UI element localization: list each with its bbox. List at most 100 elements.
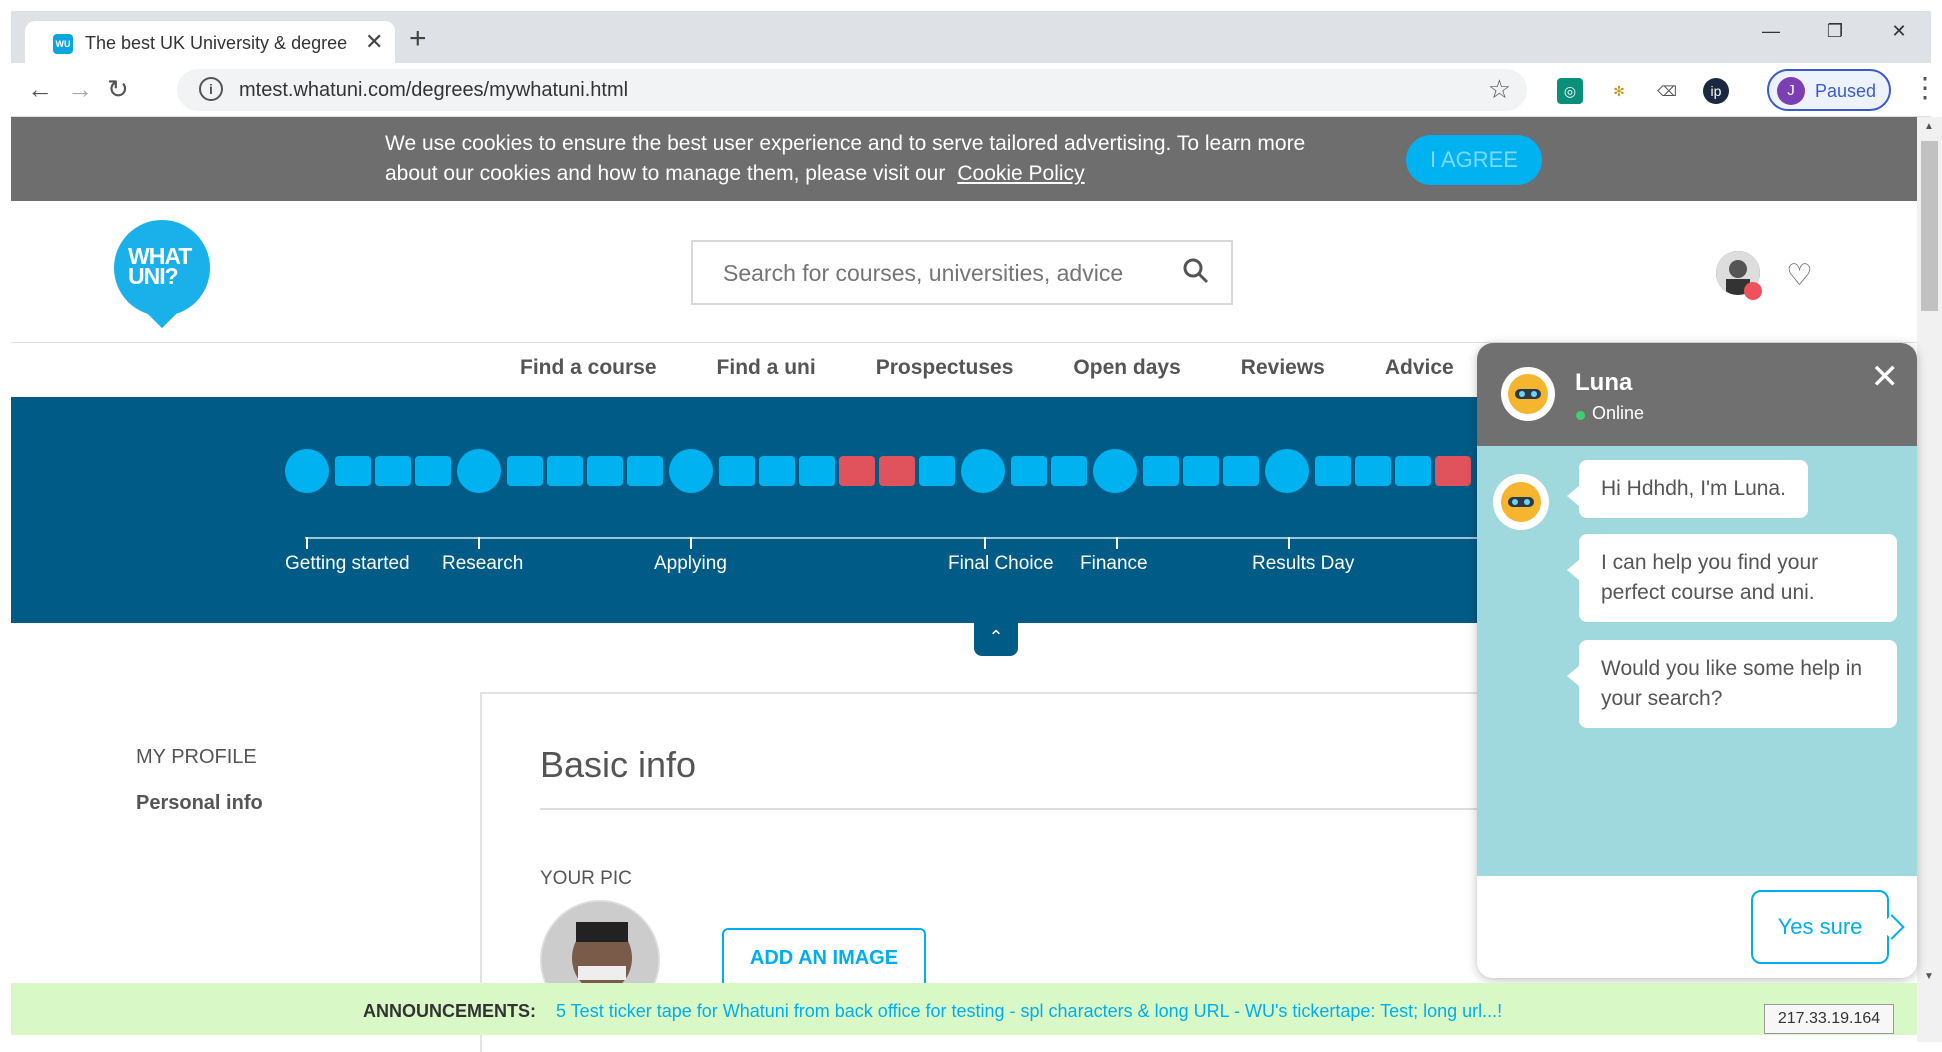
- notification-dot: [1744, 282, 1762, 300]
- forward-arrow-icon[interactable]: →: [67, 74, 93, 105]
- basic-info-divider: [540, 808, 1500, 810]
- chat-message: Hi Hdhdh, I'm Luna.: [1567, 460, 1808, 518]
- scroll-up-icon[interactable]: ▲: [1924, 121, 1934, 132]
- main-nav: Find a course Find a uni Prospectuses Op…: [520, 356, 1514, 380]
- chat-header: Luna Online ✕: [1477, 343, 1917, 446]
- url-text[interactable]: mtest.whatuni.com/degrees/mywhatuni.html: [239, 79, 628, 102]
- cookie-message: We use cookies to ensure the best user e…: [385, 129, 1345, 189]
- journey-step[interactable]: [627, 456, 663, 486]
- browser-menu-icon[interactable]: ⋮: [1911, 71, 1939, 104]
- journey-step[interactable]: [547, 456, 583, 486]
- scroll-thumb[interactable]: [1921, 141, 1938, 311]
- chat-message: I can help you find your perfect course …: [1567, 534, 1897, 622]
- nav-open-days[interactable]: Open days: [1073, 356, 1180, 380]
- cookie-policy-link[interactable]: Cookie Policy: [957, 162, 1084, 185]
- journey-step[interactable]: [507, 456, 543, 486]
- journey-milestone[interactable]: [457, 449, 501, 493]
- announcement-link[interactable]: 5 Test ticker tape for Whatuni from back…: [556, 1001, 1502, 1022]
- journey-step[interactable]: [919, 456, 955, 486]
- collapse-chevron-icon[interactable]: ⌃: [974, 622, 1018, 656]
- heart-icon[interactable]: ♡: [1786, 258, 1813, 293]
- nav-reviews[interactable]: Reviews: [1241, 356, 1325, 380]
- profile-status: Paused: [1815, 81, 1877, 101]
- journey-step-incomplete[interactable]: [839, 456, 875, 486]
- journey-step[interactable]: [1223, 456, 1259, 486]
- journey-step[interactable]: [335, 456, 371, 486]
- stage-research[interactable]: Research: [442, 553, 523, 575]
- journey-step[interactable]: [1355, 456, 1391, 486]
- robot-icon: [1508, 374, 1548, 414]
- agree-button[interactable]: I AGREE: [1406, 135, 1542, 185]
- search-box[interactable]: [691, 240, 1233, 305]
- stage-finance[interactable]: Finance: [1080, 553, 1148, 575]
- journey-step-incomplete[interactable]: [1435, 456, 1471, 486]
- journey-step[interactable]: [587, 456, 623, 486]
- restore-icon[interactable]: ❐: [1803, 11, 1867, 51]
- bookmark-star-icon[interactable]: ☆: [1488, 74, 1511, 105]
- journey-timeline: [305, 537, 1505, 539]
- stage-applying[interactable]: Applying: [654, 553, 727, 575]
- journey-step[interactable]: [1011, 456, 1047, 486]
- page-scrollbar[interactable]: ▲ ▼: [1917, 117, 1942, 1042]
- online-dot: [1576, 411, 1585, 420]
- nav-find-a-uni[interactable]: Find a uni: [717, 356, 816, 380]
- site-info-icon[interactable]: i: [199, 77, 223, 101]
- journey-step[interactable]: [1051, 456, 1087, 486]
- journey-milestone[interactable]: [1093, 449, 1137, 493]
- announcements-ticker: ANNOUNCEMENTS: 5 Test ticker tape for Wh…: [11, 983, 1917, 1035]
- stage-getting-started[interactable]: Getting started: [285, 553, 410, 575]
- profile-avatar: J: [1777, 77, 1805, 105]
- journey-milestone[interactable]: [285, 449, 329, 493]
- url-bar[interactable]: i mtest.whatuni.com/degrees/mywhatuni.ht…: [177, 69, 1527, 111]
- journey-step[interactable]: [415, 456, 451, 486]
- chat-close-icon[interactable]: ✕: [1871, 357, 1900, 397]
- extension-grammarly-icon[interactable]: ◎: [1557, 78, 1583, 104]
- nav-advice[interactable]: Advice: [1385, 356, 1454, 380]
- nav-find-a-course[interactable]: Find a course: [520, 356, 657, 380]
- yes-sure-button[interactable]: Yes sure: [1751, 890, 1889, 964]
- journey-step[interactable]: [1183, 456, 1219, 486]
- timeline-tick: [478, 537, 480, 549]
- chat-messages: Hi Hdhdh, I'm Luna. I can help you find …: [1477, 446, 1917, 876]
- minimize-icon[interactable]: —: [1739, 11, 1803, 51]
- journey-step[interactable]: [799, 456, 835, 486]
- journey-step[interactable]: [1395, 456, 1431, 486]
- chat-bot-name: Luna: [1575, 369, 1633, 396]
- browser-profile-button[interactable]: J Paused: [1767, 69, 1891, 111]
- journey-step-incomplete[interactable]: [879, 456, 915, 486]
- journey-step[interactable]: [1143, 456, 1179, 486]
- journey-milestone[interactable]: [669, 449, 713, 493]
- add-image-button[interactable]: ADD AN IMAGE: [722, 928, 926, 988]
- address-toolbar: ← → ↻ i mtest.whatuni.com/degrees/mywhat…: [11, 63, 1939, 117]
- extension-ip-icon[interactable]: ip: [1703, 78, 1729, 104]
- journey-step[interactable]: [759, 456, 795, 486]
- search-input[interactable]: [723, 260, 1143, 287]
- timeline-tick: [984, 537, 986, 549]
- stage-results-day[interactable]: Results Day: [1252, 553, 1354, 575]
- journey-step[interactable]: [375, 456, 411, 486]
- robot-icon: [1501, 482, 1541, 522]
- stage-final-choice[interactable]: Final Choice: [948, 553, 1054, 575]
- timeline-tick: [306, 537, 308, 549]
- journey-step[interactable]: [719, 456, 755, 486]
- browser-tab[interactable]: WU The best UK University & degree ✕: [25, 21, 395, 63]
- journey-milestone[interactable]: [961, 449, 1005, 493]
- your-pic-label: YOUR PIC: [540, 868, 632, 889]
- search-icon[interactable]: [1181, 256, 1211, 286]
- extension-eraser-icon[interactable]: ⌫: [1654, 78, 1680, 104]
- journey-milestone[interactable]: [1265, 449, 1309, 493]
- extension-settings-icon[interactable]: ✻: [1606, 78, 1632, 104]
- scroll-down-icon[interactable]: ▼: [1924, 971, 1934, 982]
- nav-prospectuses[interactable]: Prospectuses: [876, 356, 1014, 380]
- reload-icon[interactable]: ↻: [107, 74, 129, 105]
- window-controls: — ❐ ✕: [1739, 11, 1931, 51]
- whatuni-logo[interactable]: WHAT UNI?: [114, 220, 210, 316]
- sidebar-item-personal-info[interactable]: Personal info: [136, 792, 263, 815]
- whatuni-favicon-icon: WU: [53, 34, 73, 54]
- back-arrow-icon[interactable]: ←: [27, 74, 53, 105]
- tab-close-icon[interactable]: ✕: [365, 29, 383, 55]
- new-tab-icon[interactable]: +: [409, 24, 427, 54]
- close-window-icon[interactable]: ✕: [1867, 11, 1931, 51]
- journey-step[interactable]: [1315, 456, 1351, 486]
- announcements-label: ANNOUNCEMENTS:: [363, 1001, 536, 1021]
